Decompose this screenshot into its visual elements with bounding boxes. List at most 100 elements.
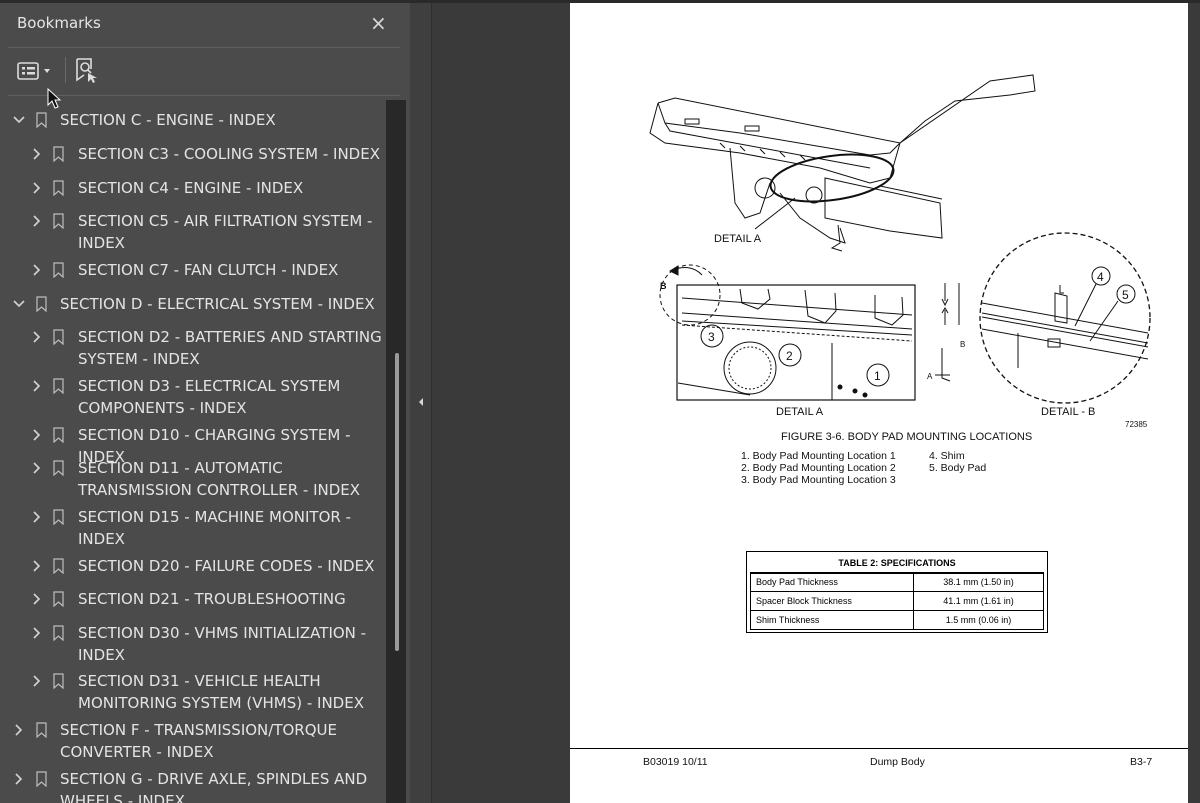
bookmark-label: SECTION D15 - MACHINE MONITOR - INDEX <box>78 506 386 550</box>
chevron-right-icon[interactable] <box>30 143 44 165</box>
bookmark-item[interactable]: SECTION D30 - VHMS INITIALIZATION - INDEX <box>0 622 386 666</box>
bookmark-label-line: SYSTEM - INDEX <box>78 350 200 368</box>
bookmark-item[interactable]: SECTION D3 - ELECTRICAL SYSTEM COMPONENTS… <box>0 375 386 419</box>
table-row: Shim Thickness 1.5 mm (0.06 in) <box>750 610 1044 630</box>
chevron-right-icon[interactable] <box>30 210 44 232</box>
footer-right: B3-7 <box>1130 756 1153 768</box>
bookmark-label-line: SECTION C5 - AIR FILTRATION SYSTEM - <box>78 212 373 230</box>
chevron-right-icon[interactable] <box>30 424 44 446</box>
table-cell-name: Spacer Block Thickness <box>756 596 852 606</box>
bookmark-label: SECTION C3 - COOLING SYSTEM - INDEX <box>78 143 386 165</box>
bookmark-label: SECTION D20 - FAILURE CODES - INDEX <box>78 555 386 577</box>
bookmark-label-line: SECTION C - ENGINE - INDEX <box>60 111 276 129</box>
bookmarks-panel: Bookmarks × SECTION C - ENGINE - INDEX SE… <box>0 3 410 803</box>
bookmark-label-line: MONITORING SYSTEM (VHMS) - INDEX <box>78 694 364 712</box>
body-pad-figure: DETAIL A DETAIL A DETAIL - B 72385 B A B… <box>649 74 1151 429</box>
callout-1: 1 <box>874 369 881 383</box>
bookmark-icon <box>53 591 64 607</box>
legend-item: 3. Body Pad Mounting Location 3 <box>741 474 896 486</box>
chevron-right-icon[interactable] <box>30 326 44 348</box>
header-divider <box>8 47 400 48</box>
legend-item: 1. Body Pad Mounting Location 1 <box>741 450 896 462</box>
footer-rule <box>570 748 1188 749</box>
chevron-right-icon[interactable] <box>30 457 44 479</box>
bookmark-item[interactable]: SECTION G - DRIVE AXLE, SPINDLES AND WHEE… <box>0 768 386 803</box>
callout-5: 5 <box>1122 288 1129 302</box>
bookmark-label: SECTION F - TRANSMISSION/TORQUE CONVERTER… <box>60 719 386 763</box>
bookmark-label-line: SECTION C3 - COOLING SYSTEM - INDEX <box>78 145 380 163</box>
chevron-right-icon[interactable] <box>30 259 44 281</box>
bookmark-item[interactable]: SECTION C4 - ENGINE - INDEX <box>0 177 386 199</box>
footer-left: B03019 10/11 <box>643 756 708 768</box>
bookmark-icon <box>36 296 47 312</box>
b-marker-label: B <box>660 281 667 291</box>
chevron-right-icon[interactable] <box>30 177 44 199</box>
chevron-down-icon[interactable] <box>12 293 26 315</box>
bookmark-item[interactable]: SECTION D15 - MACHINE MONITOR - INDEX <box>0 506 386 550</box>
bookmark-item[interactable]: SECTION D10 - CHARGING SYSTEM - INDEX <box>0 424 386 466</box>
bookmark-item[interactable]: SECTION D11 - AUTOMATIC TRANSMISSION CONT… <box>0 457 386 501</box>
bookmark-icon <box>53 673 64 689</box>
specifications-table: TABLE 2: SPECIFICATIONS Body Pad Thickne… <box>746 551 1048 633</box>
legend-item: 2. Body Pad Mounting Location 2 <box>741 462 896 474</box>
bookmark-label-line: SECTION D15 - MACHINE MONITOR - <box>78 508 351 526</box>
bookmark-item[interactable]: SECTION D31 - VEHICLE HEALTH MONITORING S… <box>0 670 386 714</box>
chevron-right-icon[interactable] <box>30 555 44 577</box>
footer-center: Dump Body <box>870 756 925 768</box>
detail-a-top-label: DETAIL A <box>714 233 762 245</box>
bookmark-item[interactable]: SECTION C - ENGINE - INDEX <box>0 109 386 131</box>
bookmark-label: SECTION D2 - BATTERIES AND STARTING SYSTE… <box>78 326 386 370</box>
bookmark-label: SECTION D - ELECTRICAL SYSTEM - INDEX <box>60 293 386 315</box>
bookmark-icon <box>53 262 64 278</box>
bookmark-label: SECTION C4 - ENGINE - INDEX <box>78 177 386 199</box>
bookmark-icon <box>36 112 47 128</box>
bookmark-icon <box>53 329 64 345</box>
bookmark-label-line: SECTION D11 - AUTOMATIC <box>78 459 283 477</box>
callout-3: 3 <box>708 330 715 344</box>
chevron-right-icon[interactable] <box>12 719 26 741</box>
bookmark-item[interactable]: SECTION C3 - COOLING SYSTEM - INDEX <box>0 143 386 165</box>
chevron-right-icon[interactable] <box>30 375 44 397</box>
table-row: Spacer Block Thickness 41.1 mm (1.61 in) <box>750 591 1044 611</box>
close-icon[interactable]: × <box>370 11 387 35</box>
bookmark-item[interactable]: SECTION C7 - FAN CLUTCH - INDEX <box>0 259 386 281</box>
document-page: DETAIL A DETAIL A DETAIL - B 72385 B A B… <box>570 3 1188 803</box>
collapse-panel-icon[interactable] <box>415 394 427 410</box>
bookmark-item[interactable]: SECTION D - ELECTRICAL SYSTEM - INDEX <box>0 293 386 315</box>
b-dimension-label: B <box>960 340 965 349</box>
bookmark-label-line: COMPONENTS - INDEX <box>78 399 247 417</box>
bookmark-item[interactable]: SECTION D20 - FAILURE CODES - INDEX <box>0 555 386 577</box>
bookmark-options-icon[interactable] <box>16 59 58 83</box>
bookmark-item[interactable]: SECTION D21 - TROUBLESHOOTING <box>0 588 386 610</box>
chevron-right-icon[interactable] <box>12 768 26 790</box>
bookmark-label-line: SECTION D3 - ELECTRICAL SYSTEM <box>78 377 341 395</box>
chevron-right-icon[interactable] <box>30 622 44 644</box>
chevron-right-icon[interactable] <box>30 588 44 610</box>
legend-item: 5. Body Pad <box>929 462 987 474</box>
bookmarks-title: Bookmarks <box>17 14 101 32</box>
bookmark-icon <box>53 180 64 196</box>
table-title-text: TABLE 2: SPECIFICATIONS <box>838 558 956 568</box>
chevron-down-icon[interactable] <box>12 109 26 131</box>
bookmark-item[interactable]: SECTION F - TRANSMISSION/TORQUE CONVERTER… <box>0 719 386 763</box>
bookmark-label-line: SECTION D2 - BATTERIES AND STARTING <box>78 328 382 346</box>
bookmark-label-line: SECTION G - DRIVE AXLE, SPINDLES AND <box>60 770 368 788</box>
detail-a-label: DETAIL A <box>776 406 824 418</box>
scrollbar-thumb[interactable] <box>395 353 399 651</box>
callout-4: 4 <box>1097 270 1104 284</box>
bookmark-label-line: INDEX <box>78 530 125 548</box>
chevron-right-icon[interactable] <box>30 506 44 528</box>
figure-number: 72385 <box>1125 420 1148 429</box>
table-title: TABLE 2: SPECIFICATIONS <box>750 554 1044 574</box>
bookmark-label-line: CONVERTER - INDEX <box>60 743 214 761</box>
find-bookmark-icon[interactable] <box>72 56 100 84</box>
chevron-right-icon[interactable] <box>30 670 44 692</box>
bookmark-label: SECTION C7 - FAN CLUTCH - INDEX <box>78 259 386 281</box>
table-cell-value: 1.5 mm (0.06 in) <box>945 615 1012 625</box>
bookmark-item[interactable]: SECTION D2 - BATTERIES AND STARTING SYSTE… <box>0 326 386 370</box>
bookmark-item[interactable]: SECTION C5 - AIR FILTRATION SYSTEM - INDE… <box>0 210 386 254</box>
bookmark-label: SECTION C - ENGINE - INDEX <box>60 109 386 131</box>
bookmark-icon <box>53 146 64 162</box>
bookmark-label-line: SECTION D30 - VHMS INITIALIZATION - <box>78 624 367 642</box>
bookmark-icon <box>53 378 64 394</box>
